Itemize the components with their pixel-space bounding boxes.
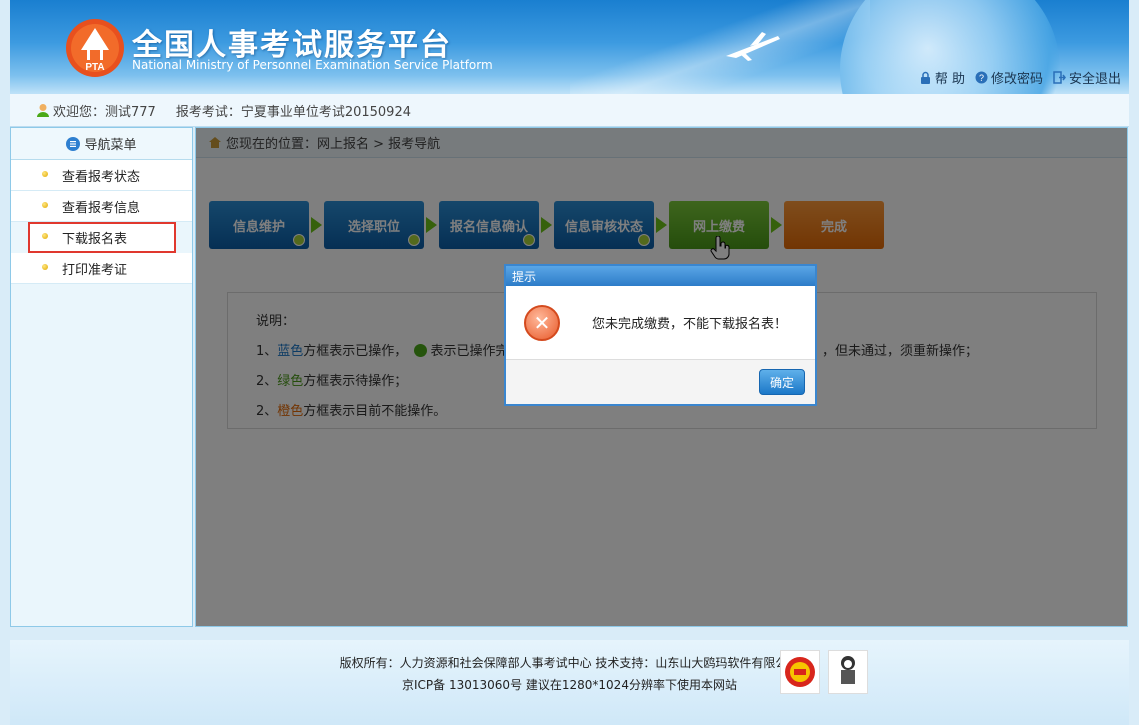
bullet-icon [42, 202, 48, 208]
sidebar-item-print-ticket[interactable]: 打印准考证 [11, 253, 192, 284]
welcome-bar: 欢迎您：测试777 报考考试：宁夏事业单位考试20150924 [10, 94, 1129, 127]
sidebar-item-view-info[interactable]: 查看报考信息 [11, 191, 192, 222]
menu-icon [66, 136, 81, 151]
cyber-police-icon[interactable] [828, 650, 868, 694]
sidebar-item-label: 下载报名表 [62, 231, 128, 247]
question-icon: ? [975, 71, 988, 84]
bullet-icon [42, 233, 48, 239]
help-link[interactable]: 帮 助 [919, 68, 965, 87]
site-footer: 版权所有：人力资源和社会保障部人事考试中心 技术支持：山东山大鸥玛软件有限公司 … [10, 640, 1129, 725]
sidebar-item-label: 打印准考证 [62, 262, 128, 278]
airplane-icon [726, 32, 780, 61]
sidebar-item-download-form[interactable]: 下载报名表 [28, 222, 176, 253]
police-emblem-icon[interactable] [780, 650, 820, 694]
sidebar-item-label: 查看报考信息 [62, 200, 141, 216]
alert-dialog: 提示 ✕ 您未完成缴费，不能下载报名表！ 确定 [504, 264, 817, 406]
logout-label: 安全退出 [1068, 72, 1121, 87]
sidebar-item-label: 查看报考状态 [62, 169, 141, 185]
change-password-label: 修改密码 [990, 72, 1043, 87]
header-links: 帮 助 ? 修改密码 安全退出 [919, 68, 1121, 87]
help-label: 帮 助 [934, 72, 965, 87]
pta-logo-icon: PTA [66, 19, 124, 77]
sidebar-item-view-status[interactable]: 查看报考状态 [11, 160, 192, 191]
user-icon [37, 104, 49, 117]
sidebar: 导航菜单 查看报考状态 查看报考信息 下载报名表 打印准考证 [10, 127, 193, 627]
site-subtitle: National Ministry of Personnel Examinati… [132, 58, 493, 72]
footer-badges [780, 650, 868, 694]
dialog-body: ✕ 您未完成缴费，不能下载报名表！ [506, 286, 815, 360]
sidebar-title: 导航菜单 [84, 138, 137, 153]
welcome-user: 欢迎您：测试777 [36, 101, 156, 120]
confirm-button[interactable]: 确定 [759, 369, 805, 395]
dialog-title: 提示 [506, 266, 815, 286]
error-icon: ✕ [524, 304, 560, 341]
change-password-link[interactable]: ? 修改密码 [975, 68, 1043, 87]
svg-text:?: ? [979, 73, 984, 83]
bullet-icon [42, 171, 48, 177]
footer-copyright: 版权所有：人力资源和社会保障部人事考试中心 技术支持：山东山大鸥玛软件有限公司 [339, 656, 800, 670]
logout-link[interactable]: 安全退出 [1053, 68, 1121, 87]
dialog-footer: 确定 [506, 360, 815, 404]
dialog-message: 您未完成缴费，不能下载报名表！ [592, 317, 788, 332]
logo-text: PTA [85, 62, 104, 73]
exit-icon [1053, 71, 1066, 84]
welcome-user-text: 欢迎您：测试777 [53, 104, 156, 120]
site-header: PTA 全国人事考试服务平台 National Ministry of Pers… [10, 0, 1129, 94]
sidebar-header: 导航菜单 [11, 128, 192, 160]
footer-icp: 京ICP备 13013060号 建议在1280*1024分辨率下使用本网站 [402, 678, 737, 692]
header-light-streak [570, 0, 870, 94]
lock-icon [920, 71, 930, 84]
exam-text: 报考考试：宁夏事业单位考试20150924 [175, 104, 411, 120]
bullet-icon [42, 264, 48, 270]
